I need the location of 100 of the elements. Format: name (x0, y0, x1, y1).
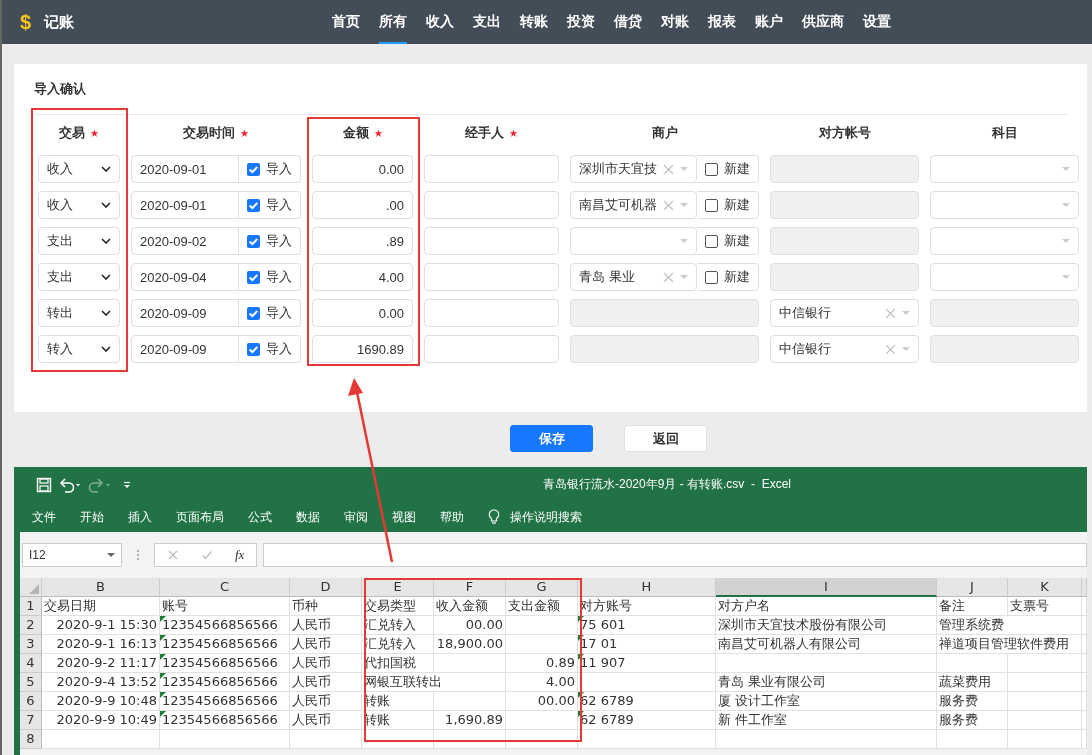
handler-field[interactable] (424, 227, 559, 255)
redo-icon[interactable] (88, 476, 112, 493)
row-number[interactable]: 4 (20, 654, 42, 673)
column-header[interactable]: D (290, 578, 362, 597)
nav-tab[interactable]: 供应商 (802, 0, 844, 44)
row-number[interactable]: 7 (20, 711, 42, 730)
save-button[interactable]: 保存 (510, 425, 593, 452)
type-select[interactable]: 转入 (38, 335, 120, 363)
row-number[interactable]: 6 (20, 692, 42, 711)
nav-tab[interactable]: 投资 (567, 0, 595, 44)
clear-icon[interactable] (663, 199, 674, 211)
date-field[interactable]: 2020-09-01 (131, 155, 239, 183)
column-header[interactable]: C (160, 578, 290, 597)
amount-field[interactable]: 1690.89 (312, 335, 413, 363)
column-header[interactable]: H (578, 578, 716, 597)
checkbox[interactable] (705, 234, 718, 248)
lightbulb-icon[interactable] (488, 509, 500, 525)
handler-field[interactable] (424, 191, 559, 219)
column-header[interactable]: B (42, 578, 160, 597)
clear-icon[interactable] (663, 271, 674, 283)
insert-function-button[interactable]: fx (235, 547, 245, 563)
nav-tab[interactable]: 所有 (379, 0, 407, 44)
ribbon-tab[interactable]: 视图 (392, 508, 416, 526)
type-select[interactable]: 支出 (38, 227, 120, 255)
row-number[interactable]: 1 (20, 597, 42, 616)
nav-tab[interactable]: 首页 (332, 0, 360, 44)
formula-field[interactable] (263, 543, 1087, 567)
handler-field[interactable] (424, 263, 559, 291)
save-icon[interactable] (36, 476, 52, 493)
cancel-icon[interactable] (167, 549, 179, 561)
column-header[interactable]: I (716, 578, 937, 597)
amount-field[interactable]: .00 (312, 191, 413, 219)
merchant-select[interactable]: 青岛 果业 (570, 263, 697, 291)
subject-select[interactable] (930, 155, 1079, 183)
merchant-select[interactable] (570, 227, 697, 255)
date-field[interactable]: 2020-09-01 (131, 191, 239, 219)
handler-field[interactable] (424, 335, 559, 363)
column-header[interactable]: J (937, 578, 1008, 597)
handler-field[interactable] (424, 155, 559, 183)
row-number[interactable]: 5 (20, 673, 42, 692)
checkbox[interactable] (247, 342, 260, 356)
type-select[interactable]: 收入 (38, 191, 120, 219)
amount-field[interactable]: 0.00 (312, 299, 413, 327)
select-all-icon[interactable] (29, 584, 39, 594)
ribbon-tab[interactable]: 审阅 (344, 508, 368, 526)
date-field[interactable]: 2020-09-02 (131, 227, 239, 255)
row-number[interactable]: 2 (20, 616, 42, 635)
date-field[interactable]: 2020-09-09 (131, 299, 239, 327)
back-button[interactable]: 返回 (624, 425, 707, 452)
undo-icon[interactable] (58, 476, 82, 493)
customize-icon[interactable] (122, 479, 132, 490)
ribbon-tab[interactable]: 帮助 (440, 508, 464, 526)
ribbon-tab[interactable]: 插入 (128, 508, 152, 526)
search-hint[interactable]: 操作说明搜索 (510, 508, 582, 526)
ribbon-tab[interactable]: 数据 (296, 508, 320, 526)
nav-tab[interactable]: 报表 (708, 0, 736, 44)
type-select[interactable]: 收入 (38, 155, 120, 183)
amount-field[interactable]: 4.00 (312, 263, 413, 291)
checkbox[interactable] (247, 162, 260, 176)
nav-tab[interactable]: 对账 (661, 0, 689, 44)
amount-field[interactable]: .89 (312, 227, 413, 255)
checkbox[interactable] (247, 198, 260, 212)
column-header[interactable] (1082, 578, 1087, 597)
merchant-select[interactable]: 南昌艾可机器 (570, 191, 697, 219)
nav-tab[interactable]: 转账 (520, 0, 548, 44)
ribbon-tab[interactable]: 页面布局 (176, 508, 224, 526)
column-header[interactable]: K (1008, 578, 1082, 597)
handler-field[interactable] (424, 299, 559, 327)
nav-tab[interactable]: 账户 (755, 0, 783, 44)
nav-tab[interactable]: 设置 (863, 0, 891, 44)
nav-tab[interactable]: 收入 (426, 0, 454, 44)
ribbon-tab[interactable]: 公式 (248, 508, 272, 526)
merchant-select[interactable]: 深圳市天宜技 (570, 155, 697, 183)
enter-icon[interactable] (201, 549, 213, 561)
checkbox[interactable] (247, 270, 260, 284)
subject-select[interactable] (930, 263, 1079, 291)
row-number[interactable]: 8 (20, 730, 42, 749)
account-select[interactable]: 中信银行 (770, 335, 919, 363)
subject-select[interactable] (930, 227, 1079, 255)
clear-icon[interactable] (663, 163, 674, 175)
date-field[interactable]: 2020-09-04 (131, 263, 239, 291)
account-select[interactable]: 中信银行 (770, 299, 919, 327)
ribbon-tab[interactable]: 文件 (32, 508, 56, 526)
checkbox[interactable] (705, 198, 718, 212)
amount-field[interactable]: 0.00 (312, 155, 413, 183)
checkbox[interactable] (705, 162, 718, 176)
subject-select[interactable] (930, 191, 1079, 219)
checkbox[interactable] (247, 234, 260, 248)
nav-tab[interactable]: 借贷 (614, 0, 642, 44)
checkbox[interactable] (705, 270, 718, 284)
name-box[interactable]: I12 (22, 543, 122, 567)
checkbox[interactable] (247, 306, 260, 320)
type-select[interactable]: 支出 (38, 263, 120, 291)
clear-icon[interactable] (885, 307, 896, 319)
type-select[interactable]: 转出 (38, 299, 120, 327)
date-field[interactable]: 2020-09-09 (131, 335, 239, 363)
row-number[interactable]: 3 (20, 635, 42, 654)
nav-tab[interactable]: 支出 (473, 0, 501, 44)
ribbon-tab[interactable]: 开始 (80, 508, 104, 526)
clear-icon[interactable] (885, 343, 896, 355)
